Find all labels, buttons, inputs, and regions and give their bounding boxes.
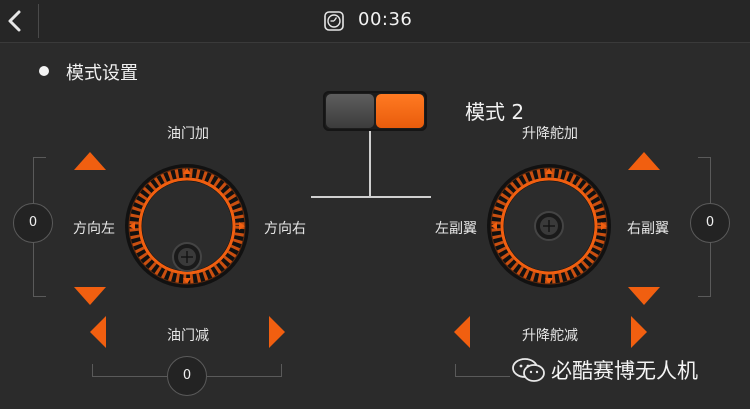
right-joystick[interactable]	[486, 163, 612, 289]
back-button[interactable]	[0, 0, 38, 42]
elapsed-time: 00:36	[358, 9, 413, 30]
right-stick-left-label: 左副翼	[435, 221, 477, 237]
right-vertical-trim-value: 0	[690, 203, 730, 243]
mode-toggle[interactable]	[323, 91, 427, 131]
right-stick-bottom-label: 升降舵减	[522, 328, 578, 344]
throttle-up-button[interactable]	[73, 151, 107, 171]
section-title: 模式设置	[66, 63, 138, 84]
rudder-left-button[interactable]	[89, 315, 107, 349]
aileron-right-button[interactable]	[630, 315, 648, 349]
aileron-left-button[interactable]	[453, 315, 471, 349]
wechat-icon	[512, 358, 545, 382]
clock-icon	[324, 11, 344, 31]
toggle-on-indicator	[376, 94, 424, 128]
elevator-up-button[interactable]	[627, 151, 661, 171]
mode-label: 模式 2	[465, 100, 525, 124]
horizontal-trim-bracket	[207, 376, 282, 377]
bullet-icon	[39, 66, 49, 76]
top-bar: 00:36	[0, 0, 750, 43]
left-joystick[interactable]	[124, 163, 250, 289]
trim-bracket-cap	[455, 364, 456, 376]
left-stick-bottom-label: 油门减	[167, 328, 209, 344]
rudder-right-button[interactable]	[268, 315, 286, 349]
horizontal-trim-bracket	[92, 376, 167, 377]
elevator-down-button[interactable]	[627, 286, 661, 306]
divider	[38, 4, 39, 38]
connector-line	[369, 131, 371, 197]
connector-line	[311, 196, 431, 198]
right-stick-top-label: 升降舵加	[522, 126, 578, 142]
trim-bracket-cap	[281, 364, 282, 376]
right-stick-right-label: 右副翼	[627, 221, 669, 237]
left-horizontal-trim-value: 0	[167, 356, 207, 396]
toggle-knob	[326, 94, 374, 128]
chevron-left-icon	[8, 10, 21, 32]
left-stick-right-label: 方向右	[264, 221, 306, 237]
trim-bracket-cap	[92, 364, 93, 376]
left-vertical-trim-value: 0	[13, 203, 53, 243]
watermark-text: 必酷赛博无人机	[551, 359, 698, 383]
left-stick-left-label: 方向左	[73, 221, 115, 237]
left-stick-top-label: 油门加	[167, 126, 209, 142]
horizontal-trim-bracket	[455, 376, 510, 377]
throttle-down-button[interactable]	[73, 286, 107, 306]
